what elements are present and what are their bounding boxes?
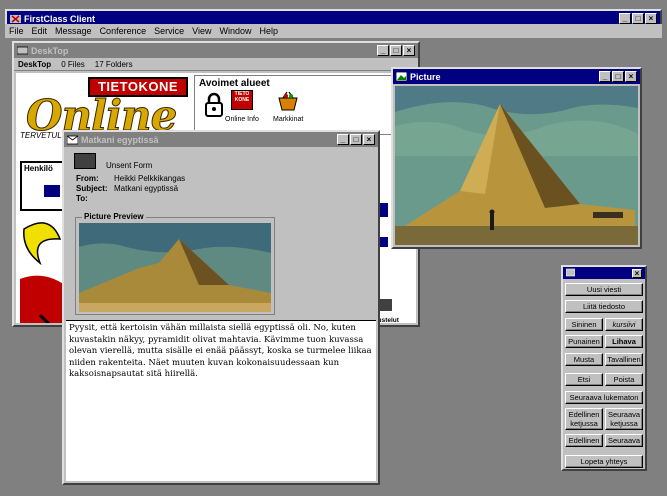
italic-button[interactable]: kursiivi (605, 318, 643, 331)
picture-window: Picture _ □ × (391, 67, 642, 249)
desktop-info-bar: DeskTop 0 Files 17 Folders (14, 58, 418, 71)
menu-window[interactable]: Window (219, 26, 251, 36)
bold-button[interactable]: Lihava (605, 335, 643, 348)
next-in-thread-label-1: Seuraava (607, 410, 641, 419)
message-close-button[interactable]: × (363, 134, 375, 145)
next-in-thread-button[interactable]: Seuraava ketjussa (605, 408, 643, 430)
find-button[interactable]: Etsi (565, 373, 603, 386)
to-field[interactable] (114, 194, 336, 204)
desktop-title: DeskTop (31, 45, 69, 56)
message-window-icon (66, 134, 79, 145)
picture-preview-image[interactable] (79, 223, 271, 312)
minimize-button[interactable]: _ (619, 13, 631, 24)
from-row: From: Heikki Pelkkikangas (76, 174, 336, 184)
previous-button[interactable]: Edellinen (565, 434, 603, 447)
picture-preview-label: Picture Preview (82, 212, 146, 221)
command-toolbar-window: × Uusi viesti Liitä tiedosto Sininen kur… (561, 265, 647, 471)
picture-close-button[interactable]: × (625, 71, 637, 82)
menu-help[interactable]: Help (259, 26, 278, 36)
subject-field[interactable]: Matkani egyptissä (114, 184, 178, 194)
new-message-button[interactable]: Uusi viesti (565, 283, 643, 296)
market-basket-icon[interactable] (277, 90, 299, 114)
picture-window-icon (395, 71, 408, 82)
toolbar-window-icon (565, 268, 577, 279)
menu-edit[interactable]: Edit (32, 26, 48, 36)
desktop-info-name: DeskTop (18, 59, 52, 69)
app-title: FirstClass Client (24, 13, 96, 24)
from-label: From: (76, 174, 99, 183)
message-titlebar[interactable]: Matkani egyptissä _ □ × (64, 132, 378, 147)
form-icon (74, 153, 96, 169)
message-header: Unsent Form From: Heikki Pelkkikangas Su… (66, 149, 376, 319)
picture-minimize-button[interactable]: _ (599, 71, 611, 82)
close-button[interactable]: × (645, 13, 657, 24)
menu-file[interactable]: File (9, 26, 24, 36)
desktop-window-icon (16, 45, 29, 56)
picture-maximize-button[interactable]: □ (612, 71, 624, 82)
delete-button[interactable]: Poista (605, 373, 643, 386)
picture-title: Picture (410, 71, 441, 82)
online-info-label[interactable]: Online Info (225, 116, 259, 123)
menu-view[interactable]: View (192, 26, 211, 36)
desktop-minimize-button[interactable]: _ (377, 45, 389, 56)
black-color-button[interactable]: Musta (565, 353, 603, 366)
message-maximize-button[interactable]: □ (350, 134, 362, 145)
disconnect-button[interactable]: Lopeta yhteys (565, 455, 643, 468)
next-in-thread-label-2: ketjussa (610, 419, 638, 428)
open-areas-panel: Avoimet alueet TIETO KONE Online Info Mar… (194, 75, 394, 135)
message-window: Matkani egyptissä _ □ × Unsent Form From… (62, 130, 380, 485)
open-areas-header: Avoimet alueet (199, 78, 270, 89)
firstclass-icon (10, 13, 21, 24)
menu-message[interactable]: Message (55, 26, 92, 36)
toolbar-titlebar[interactable]: × (563, 267, 645, 279)
previous-in-thread-button[interactable]: Edellinen ketjussa (565, 408, 603, 430)
desktop-maximize-button[interactable]: □ (390, 45, 402, 56)
to-label: To: (76, 194, 88, 203)
menubar: File Edit Message Conference Service Vie… (5, 24, 662, 38)
message-status: Unsent Form (106, 161, 153, 170)
message-body[interactable]: Pyysit, että kertoisin vähän millaista s… (66, 320, 376, 481)
folder-icon[interactable] (44, 185, 60, 197)
previous-in-thread-label-2: ketjussa (570, 419, 598, 428)
next-button[interactable]: Seuraava (605, 434, 643, 447)
message-minimize-button[interactable]: _ (337, 134, 349, 145)
market-label[interactable]: Markkinat (273, 116, 303, 123)
picture-preview-group: Picture Preview (75, 212, 275, 315)
attach-file-button[interactable]: Liitä tiedosto (565, 300, 643, 313)
online-info-icon[interactable]: TIETO KONE (231, 90, 253, 110)
picture-titlebar[interactable]: Picture _ □ × (393, 69, 640, 84)
subject-label: Subject: (76, 184, 108, 193)
toolbar-close-button[interactable]: × (632, 268, 642, 278)
maximize-button[interactable]: □ (632, 13, 644, 24)
desktop-folders-count: 17 Folders (94, 59, 133, 69)
to-row: To: (76, 194, 336, 204)
from-value: Heikki Pelkkikangas (114, 174, 186, 183)
desktop-titlebar[interactable]: DeskTop _ □ × (14, 43, 418, 58)
padlock-icon[interactable] (203, 92, 225, 117)
message-title: Matkani egyptissä (81, 134, 159, 145)
desktop-files-count: 0 Files (61, 59, 85, 69)
desktop-close-button[interactable]: × (403, 45, 415, 56)
blue-color-button[interactable]: Sininen (565, 318, 603, 331)
plain-text-button[interactable]: Tavallinen (605, 353, 643, 366)
red-color-button[interactable]: Punainen (565, 335, 603, 348)
previous-in-thread-label-1: Edellinen (568, 410, 600, 419)
next-unread-button[interactable]: Seuraava lukematon (565, 391, 643, 404)
menu-conference[interactable]: Conference (100, 26, 147, 36)
menu-service[interactable]: Service (154, 26, 184, 36)
pyramid-photo[interactable] (395, 86, 638, 245)
subject-row: Subject: Matkani egyptissä (76, 184, 336, 194)
